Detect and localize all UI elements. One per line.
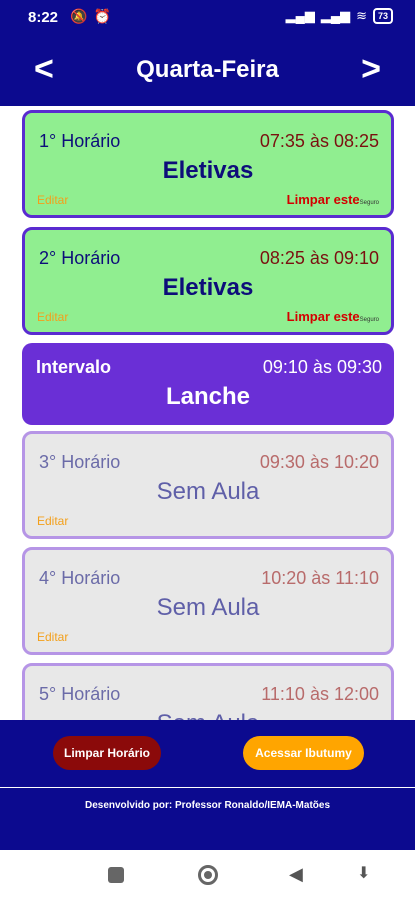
back-icon[interactable]: ◀ xyxy=(289,864,303,885)
edit-link[interactable]: Editar xyxy=(37,630,68,644)
period-label: 5° Horário xyxy=(39,684,121,704)
recents-icon[interactable] xyxy=(108,867,124,883)
alarm-icon: ⏰ xyxy=(93,8,111,24)
break-label: Intervalo xyxy=(36,357,112,377)
access-ibutumy-button[interactable]: Acessar Ibutumy xyxy=(243,736,364,770)
time-range: 08:25 às 09:10 xyxy=(259,248,379,268)
period-label: 1° Horário xyxy=(39,131,121,151)
break-card: Intervalo 09:10 às 09:30 Lanche xyxy=(22,343,394,425)
home-icon[interactable] xyxy=(198,865,218,885)
page-title: Quarta-Feira xyxy=(136,56,279,83)
clear-this-sub: Seguro xyxy=(359,317,379,323)
time-range: 10:20 às 11:10 xyxy=(261,568,379,588)
notification-off-icon: 🔕 xyxy=(70,8,88,24)
subject-name: Sem Aula xyxy=(156,594,260,621)
time-range: 09:30 às 10:20 xyxy=(259,452,379,472)
clear-this-link[interactable]: Limpar esteSeguro xyxy=(287,309,379,324)
developer-credit: Desenvolvido por: Professor Ronaldo/IEMA… xyxy=(84,800,331,811)
app-header: < Quarta-Feira > xyxy=(0,36,415,106)
assist-icon[interactable]: ⬇ xyxy=(357,863,370,883)
subject-name: Sem Aula xyxy=(25,710,391,720)
period-label: 2° Horário xyxy=(39,248,121,268)
clear-this-link[interactable]: Limpar esteSeguro xyxy=(287,192,379,207)
system-nav-bar: ◀ ⬇ xyxy=(0,850,415,900)
edit-link[interactable]: Editar xyxy=(37,514,68,528)
period-label: 3° Horário xyxy=(39,452,121,472)
battery-icon: 73 xyxy=(372,8,393,24)
schedule-card: 2° Horário 08:25 às 09:10 Eletivas Edita… xyxy=(22,227,394,335)
edit-link[interactable]: Editar xyxy=(37,193,68,207)
status-bar: 8:22 🔕 ⏰ ▂▄▆ ▂▄▆ ≋ 73 xyxy=(0,0,415,36)
time-range: 07:35 às 08:25 xyxy=(259,131,379,151)
wifi-icon: ≋ xyxy=(356,8,367,23)
next-day-button[interactable]: > xyxy=(361,50,381,89)
subject-name: Lanche xyxy=(165,383,251,410)
time-range: 11:10 às 12:00 xyxy=(261,684,379,704)
clear-this-label: Limpar este xyxy=(286,309,360,324)
signal-icon-2: ▂▄▆ xyxy=(320,8,351,23)
status-right-icons: ▂▄▆ ▂▄▆ ≋ 73 xyxy=(286,8,393,24)
status-time: 8:22 xyxy=(28,9,59,26)
clear-this-label: Limpar este xyxy=(286,192,360,207)
schedule-card: 4° Horário 10:20 às 11:10 Sem Aula Edita… xyxy=(22,547,394,655)
edit-link[interactable]: Editar xyxy=(37,310,68,324)
subject-name: Eletivas xyxy=(162,274,254,301)
app-footer: Limpar Horário Acessar Ibutumy Desenvolv… xyxy=(0,720,415,850)
subject-name: Eletivas xyxy=(162,157,254,184)
period-label: 4° Horário xyxy=(39,568,121,588)
footer-divider xyxy=(0,787,415,788)
schedule-card: 1° Horário 07:35 às 08:25 Eletivas Edita… xyxy=(22,110,394,218)
subject-name: Sem Aula xyxy=(156,478,260,505)
signal-icon: ▂▄▆ xyxy=(285,8,315,23)
status-left-icons: 🔕 ⏰ xyxy=(70,8,111,25)
clear-this-sub: Seguro xyxy=(359,200,379,206)
schedule-card: 5° Horário 11:10 às 12:00 Sem Aula xyxy=(22,663,394,720)
schedule-list[interactable]: 1° Horário 07:35 às 08:25 Eletivas Edita… xyxy=(0,106,415,720)
schedule-card: 3° Horário 09:30 às 10:20 Sem Aula Edita… xyxy=(22,431,394,539)
time-range: 09:10 às 09:30 xyxy=(262,357,382,377)
clear-schedule-button[interactable]: Limpar Horário xyxy=(53,736,161,770)
